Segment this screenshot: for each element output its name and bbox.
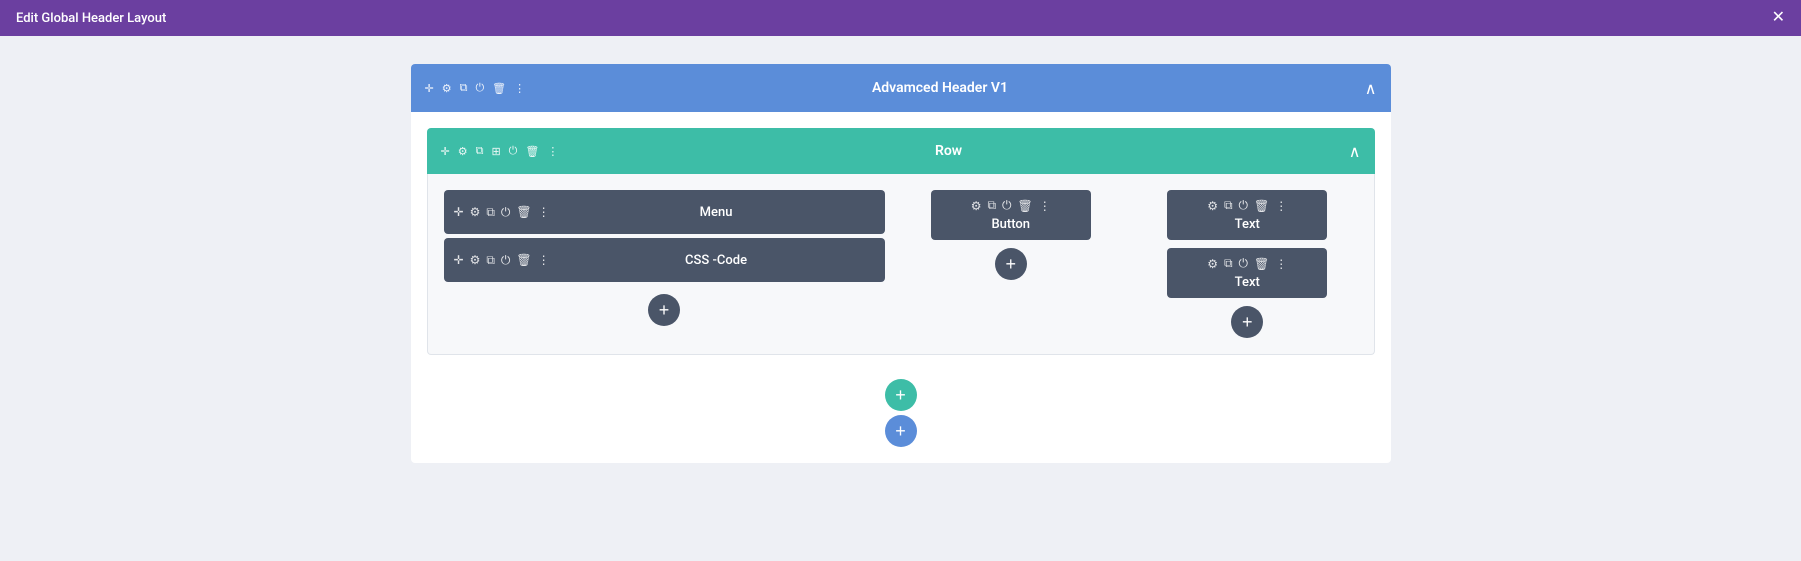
button-gear-icon[interactable]: ⚙ — [971, 199, 982, 213]
text2-copy-icon[interactable]: ⧉ — [1224, 256, 1233, 271]
text1-module[interactable]: ⚙ ⧉ ⏻ 🗑 ⋮ Text — [1167, 190, 1327, 240]
main-area: ✛ ⚙ ⧉ ⏻ 🗑 ⋮ Advamced Header V1 ∧ ✛ ⚙ ⧉ ⊞… — [0, 36, 1801, 561]
css-trash-icon[interactable]: 🗑 — [516, 253, 531, 267]
text2-icon-group: ⚙ ⧉ ⏻ 🗑 ⋮ — [1207, 256, 1287, 271]
button-power-icon[interactable]: ⏻ — [1002, 198, 1012, 213]
row-move-icon[interactable]: ✛ — [441, 145, 450, 158]
text2-power-icon[interactable]: ⏻ — [1239, 256, 1249, 271]
section-icon-group: ✛ ⚙ ⧉ ⏻ 🗑 ⋮ — [425, 81, 526, 95]
text1-trash-icon[interactable]: 🗑 — [1254, 199, 1269, 213]
text1-label: Text — [1235, 217, 1260, 232]
row-power-icon[interactable]: ⏻ — [509, 144, 518, 158]
section-copy-icon[interactable]: ⧉ — [460, 81, 468, 95]
button-trash-icon[interactable]: 🗑 — [1018, 199, 1033, 213]
text1-power-icon[interactable]: ⏻ — [1239, 198, 1249, 213]
text1-dots-icon[interactable]: ⋮ — [1275, 199, 1287, 213]
menu-power-icon[interactable]: ⏻ — [501, 205, 511, 220]
menu-trash-icon[interactable]: 🗑 — [516, 205, 531, 219]
menu-label: Menu — [558, 205, 875, 220]
row-title: Row — [558, 143, 1338, 159]
row-dots-icon[interactable]: ⋮ — [547, 145, 558, 158]
title-bar: Edit Global Header Layout ✕ — [0, 0, 1801, 36]
row-gear-icon[interactable]: ⚙ — [458, 145, 468, 158]
section-gear-icon[interactable]: ⚙ — [442, 82, 452, 95]
css-move-icon[interactable]: ✛ — [454, 253, 464, 267]
css-icon-group: ✛ ⚙ ⧉ ⏻ 🗑 ⋮ — [454, 253, 550, 268]
row-content: ✛ ⚙ ⧉ ⏻ 🗑 ⋮ Menu ✛ ⚙ ⧉ ⏻ — [427, 174, 1375, 355]
text2-label: Text — [1235, 275, 1260, 290]
row-grid-icon[interactable]: ⊞ — [491, 145, 500, 158]
section-dots-icon[interactable]: ⋮ — [514, 82, 525, 95]
button-module[interactable]: ⚙ ⧉ ⏻ 🗑 ⋮ Button — [931, 190, 1091, 240]
section-trash-icon[interactable]: 🗑 — [492, 82, 506, 95]
menu-gear-icon[interactable]: ⚙ — [470, 205, 481, 219]
title-bar-text: Edit Global Header Layout — [16, 11, 166, 26]
section-move-icon[interactable]: ✛ — [425, 82, 434, 95]
button-copy-icon[interactable]: ⧉ — [987, 198, 996, 213]
text1-icon-group: ⚙ ⧉ ⏻ 🗑 ⋮ — [1207, 198, 1287, 213]
section-chevron-icon[interactable]: ∧ — [1365, 79, 1377, 98]
col-middle-add-button[interactable]: + — [995, 248, 1027, 280]
bottom-add-area: + + — [411, 371, 1391, 463]
css-copy-icon[interactable]: ⧉ — [486, 253, 495, 268]
col-left: ✛ ⚙ ⧉ ⏻ 🗑 ⋮ Menu ✛ ⚙ ⧉ ⏻ — [444, 190, 885, 326]
text2-gear-icon[interactable]: ⚙ — [1207, 257, 1218, 271]
button-label: Button — [991, 217, 1030, 232]
text1-copy-icon[interactable]: ⧉ — [1224, 198, 1233, 213]
text2-trash-icon[interactable]: 🗑 — [1254, 257, 1269, 271]
row-copy-icon[interactable]: ⧉ — [476, 144, 484, 158]
close-button[interactable]: ✕ — [1772, 10, 1785, 26]
css-code-module[interactable]: ✛ ⚙ ⧉ ⏻ 🗑 ⋮ CSS -Code — [444, 238, 885, 282]
section-title: Advamced Header V1 — [525, 80, 1355, 96]
section-power-icon[interactable]: ⏻ — [475, 81, 484, 95]
css-power-icon[interactable]: ⏻ — [501, 253, 511, 268]
col-middle: ⚙ ⧉ ⏻ 🗑 ⋮ Button + — [901, 190, 1122, 280]
col-right-add-button[interactable]: + — [1231, 306, 1263, 338]
row-header: ✛ ⚙ ⧉ ⊞ ⏻ 🗑 ⋮ Row ∧ — [427, 128, 1375, 174]
row-chevron-icon[interactable]: ∧ — [1349, 142, 1361, 161]
css-dots-icon[interactable]: ⋮ — [538, 253, 550, 267]
menu-move-icon[interactable]: ✛ — [454, 205, 464, 219]
row-add-teal-button[interactable]: + — [885, 379, 917, 411]
outer-card: ✛ ⚙ ⧉ ⏻ 🗑 ⋮ Advamced Header V1 ∧ ✛ ⚙ ⧉ ⊞… — [411, 64, 1391, 463]
row-trash-icon[interactable]: 🗑 — [525, 145, 539, 158]
css-label: CSS -Code — [558, 253, 875, 268]
text1-gear-icon[interactable]: ⚙ — [1207, 199, 1218, 213]
text2-dots-icon[interactable]: ⋮ — [1275, 257, 1287, 271]
section-header: ✛ ⚙ ⧉ ⏻ 🗑 ⋮ Advamced Header V1 ∧ — [411, 64, 1391, 112]
row-icon-group: ✛ ⚙ ⧉ ⊞ ⏻ 🗑 ⋮ — [441, 144, 559, 158]
col-left-add-button[interactable]: + — [648, 294, 680, 326]
menu-icon-group: ✛ ⚙ ⧉ ⏻ 🗑 ⋮ — [454, 205, 550, 220]
row-add-blue-button[interactable]: + — [885, 415, 917, 447]
col-right: ⚙ ⧉ ⏻ 🗑 ⋮ Text ⚙ ⧉ ⏻ 🗑 ⋮ — [1137, 190, 1358, 338]
menu-module[interactable]: ✛ ⚙ ⧉ ⏻ 🗑 ⋮ Menu — [444, 190, 885, 234]
button-dots-icon[interactable]: ⋮ — [1039, 199, 1051, 213]
css-gear-icon[interactable]: ⚙ — [470, 253, 481, 267]
button-icon-group: ⚙ ⧉ ⏻ 🗑 ⋮ — [971, 198, 1051, 213]
text2-module[interactable]: ⚙ ⧉ ⏻ 🗑 ⋮ Text — [1167, 248, 1327, 298]
menu-dots-icon[interactable]: ⋮ — [538, 205, 550, 219]
menu-copy-icon[interactable]: ⧉ — [486, 205, 495, 220]
